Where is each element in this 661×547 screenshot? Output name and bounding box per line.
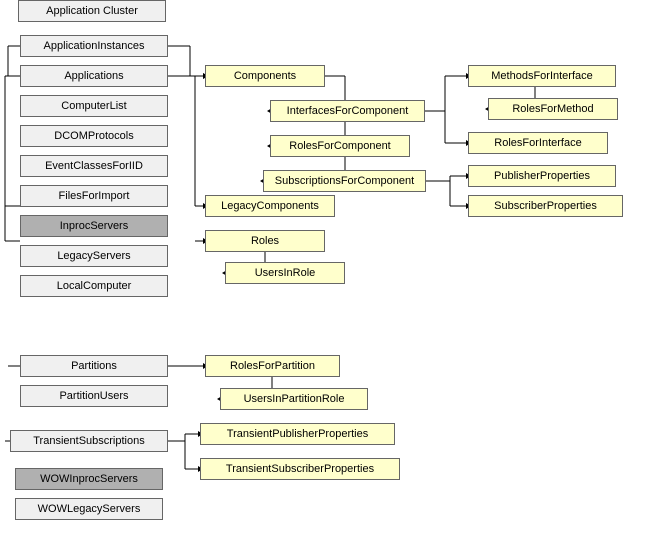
node-roles[interactable]: Roles xyxy=(205,230,325,252)
node-computerlist[interactable]: ComputerList xyxy=(20,95,168,117)
node-publisherproperties[interactable]: PublisherProperties xyxy=(468,165,616,187)
node-partitionusers[interactable]: PartitionUsers xyxy=(20,385,168,407)
node-rolesforinterface[interactable]: RolesForInterface xyxy=(468,132,608,154)
node-legacyservers[interactable]: LegacyServers xyxy=(20,245,168,267)
node-dcomprotocols[interactable]: DCOMProtocols xyxy=(20,125,168,147)
node-eventclassesforiid[interactable]: EventClassesForIID xyxy=(20,155,168,177)
node-wowinprocservers[interactable]: WOWInprocServers xyxy=(15,468,163,490)
node-transientsubscriberproperties[interactable]: TransientSubscriberProperties xyxy=(200,458,400,480)
node-interfacesforcomponent[interactable]: InterfacesForComponent xyxy=(270,100,425,122)
node-applicationinstances[interactable]: ApplicationInstances xyxy=(20,35,168,57)
node-subscriptionsforcomponent[interactable]: SubscriptionsForComponent xyxy=(263,170,426,192)
node-rolesforcomponent[interactable]: RolesForComponent xyxy=(270,135,410,157)
node-usersinpartitionrole[interactable]: UsersInPartitionRole xyxy=(220,388,368,410)
node-subscriberproperties[interactable]: SubscriberProperties xyxy=(468,195,623,217)
node-inprocservers[interactable]: InprocServers xyxy=(20,215,168,237)
diagram: Application Cluster ApplicationInstances A… xyxy=(0,0,661,547)
node-partitions[interactable]: Partitions xyxy=(20,355,168,377)
node-components[interactable]: Components xyxy=(205,65,325,87)
node-transientpublisherproperties[interactable]: TransientPublisherProperties xyxy=(200,423,395,445)
node-methodsforinterface[interactable]: MethodsForInterface xyxy=(468,65,616,87)
node-filesforimport[interactable]: FilesForImport xyxy=(20,185,168,207)
node-applicationcluster[interactable]: Application Cluster xyxy=(18,0,166,22)
node-usersinrole[interactable]: UsersInRole xyxy=(225,262,345,284)
node-rolesforpartition[interactable]: RolesForPartition xyxy=(205,355,340,377)
node-applications[interactable]: Applications xyxy=(20,65,168,87)
node-localcomputer[interactable]: LocalComputer xyxy=(20,275,168,297)
node-wowlegacyservers[interactable]: WOWLegacyServers xyxy=(15,498,163,520)
node-legacycomponents[interactable]: LegacyComponents xyxy=(205,195,335,217)
node-rolesformethod[interactable]: RolesForMethod xyxy=(488,98,618,120)
node-transientsubscriptions[interactable]: TransientSubscriptions xyxy=(10,430,168,452)
